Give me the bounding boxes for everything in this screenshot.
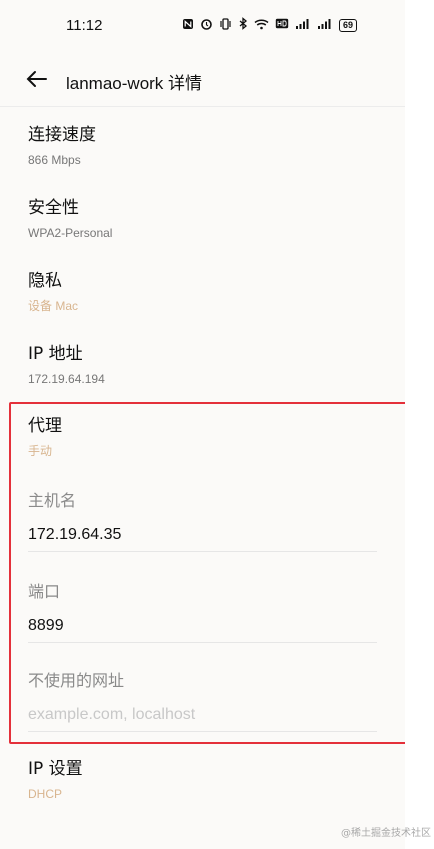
setting-privacy[interactable]: 隐私 设备 Mac [28, 270, 78, 314]
setting-title: IP 地址 [28, 344, 83, 364]
setting-value: DHCP [28, 787, 63, 801]
setting-title: 隐私 [28, 271, 62, 291]
setting-value: 设备 Mac [28, 299, 79, 313]
port-input[interactable] [28, 614, 377, 643]
setting-ip-settings[interactable]: IP 设置 DHCP [28, 758, 83, 802]
setting-title: 安全性 [28, 198, 79, 218]
back-arrow-icon[interactable] [24, 66, 50, 92]
hd-icon [275, 18, 289, 32]
battery-icon: 69 [339, 18, 358, 32]
bypass-input[interactable] [28, 703, 377, 732]
setting-connection-speed: 连接速度 866 Mbps [28, 124, 96, 168]
status-time: 11:12 [66, 17, 103, 34]
status-bar: 11:12 69 [0, 0, 405, 56]
setting-value: 172.19.64.194 [28, 372, 105, 386]
watermark: @稀土掘金技术社区 [341, 828, 431, 839]
setting-title: 代理 [28, 416, 62, 436]
status-icons: 69 [182, 17, 358, 33]
hostname-input[interactable] [28, 523, 377, 552]
setting-value: 866 Mbps [28, 153, 81, 167]
vibrate-icon [219, 17, 232, 33]
signal-icon [295, 18, 311, 33]
field-label: 主机名 [28, 491, 77, 510]
hostname-field: 主机名 [28, 491, 377, 552]
bluetooth-icon [238, 17, 248, 33]
field-label: 不使用的网址 [28, 671, 125, 690]
signal-icon [317, 18, 333, 33]
port-field: 端口 [28, 582, 377, 643]
setting-title: 连接速度 [28, 125, 96, 145]
setting-title: IP 设置 [28, 759, 83, 779]
bypass-field: 不使用的网址 [28, 671, 377, 732]
nfc-icon [182, 18, 194, 33]
page-title: lanmao-work 详情 [66, 74, 203, 93]
page-header: lanmao-work 详情 [0, 56, 405, 107]
setting-proxy[interactable]: 代理 手动 [28, 415, 62, 459]
wifi-icon [254, 18, 269, 33]
field-label: 端口 [28, 582, 61, 601]
setting-ip-address: IP 地址 172.19.64.194 [28, 343, 105, 387]
setting-value: 手动 [28, 444, 53, 458]
alarm-icon [200, 18, 213, 33]
settings-screen: 11:12 69 lanmao-work 详情 连接速度 866 Mbps 安全… [0, 0, 405, 849]
setting-security: 安全性 WPA2-Personal [28, 197, 112, 241]
setting-value: WPA2-Personal [28, 226, 113, 240]
